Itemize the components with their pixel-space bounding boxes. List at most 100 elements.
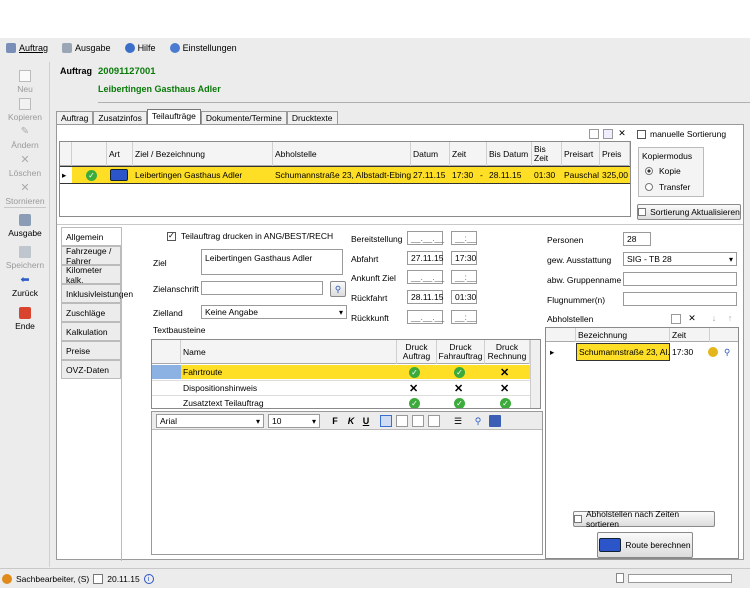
menu-hilfe[interactable]: Hilfe <box>124 43 156 53</box>
ltab-kalkulation[interactable]: Kalkulation <box>61 322 121 341</box>
route-button[interactable]: Route berechnen <box>597 532 693 558</box>
edit-button[interactable]: ✎ Ändern <box>0 126 50 150</box>
rueckfahrt-time[interactable]: 01:30 <box>451 290 477 304</box>
rueckkunft-date[interactable]: __.__.__ <box>407 310 444 324</box>
move-down-icon[interactable]: ↓ <box>709 313 719 323</box>
cancel-order-button[interactable]: ✕ Stornieren <box>0 182 50 206</box>
tab-drucktexte[interactable]: Drucktexte <box>286 111 338 124</box>
col-druck-fahrauftrag[interactable]: Druck Fahrauftrag <box>437 340 485 364</box>
col-druck-rechnung[interactable]: Druck Rechnung <box>485 340 530 364</box>
address-lookup-button[interactable]: ⚲ <box>330 281 346 297</box>
print-subtask-box[interactable] <box>167 231 176 241</box>
delete-subtask-icon[interactable]: ✕ <box>617 128 627 138</box>
search-icon[interactable]: ⚲ <box>472 415 484 427</box>
font-size-select[interactable]: 10 <box>268 414 320 428</box>
rueckkunft-time[interactable]: __:__ <box>451 310 477 324</box>
flugnummer-input[interactable] <box>623 292 737 306</box>
underline-button[interactable]: U <box>361 416 371 426</box>
ltab-allgemein[interactable]: Allgemein <box>61 227 121 246</box>
save-button[interactable]: Speichern <box>0 246 50 270</box>
ausstattung-select[interactable]: SIG - TB 28 <box>623 252 737 266</box>
ltab-fahrzeuge-fahrer[interactable]: Fahrzeuge / Fahrer <box>61 246 121 266</box>
exit-button[interactable]: Ende <box>0 307 50 331</box>
ltab-zuschlaege[interactable]: Zuschläge <box>61 303 121 322</box>
personen-input[interactable]: 28 <box>623 232 651 246</box>
output-button[interactable]: Ausgabe <box>0 214 50 238</box>
delete-pickup-icon[interactable]: ✕ <box>687 313 697 323</box>
align-right-icon[interactable] <box>412 415 424 427</box>
ankunft-time[interactable]: __:__ <box>451 270 477 284</box>
move-up-icon[interactable]: ↑ <box>725 313 735 323</box>
ltab-inklusivleistungen[interactable]: Inklusivleistungen <box>61 284 133 303</box>
new-subtask-icon[interactable] <box>589 129 599 139</box>
ankunft-date[interactable]: __.__.__ <box>407 270 444 284</box>
menu-ausgabe[interactable]: Ausgabe <box>62 43 111 53</box>
col-zeit[interactable]: Zeit <box>450 142 487 166</box>
new-button[interactable]: Neu <box>0 70 50 94</box>
italic-button[interactable]: K <box>346 416 356 426</box>
radio-transfer[interactable]: Transfer <box>645 182 690 192</box>
pickup-row[interactable]: ▸ Schumannstraße 23, Al... 17:30 ⚲ <box>546 343 738 361</box>
ziel-input[interactable]: Leibertingen Gasthaus Adler <box>201 249 343 275</box>
bereitstellung-date[interactable]: __.__.__ <box>407 231 444 245</box>
zielland-select[interactable]: Keine Angabe <box>201 305 347 319</box>
menu-einstellungen[interactable]: Einstellungen <box>169 43 237 53</box>
key-icon[interactable] <box>706 343 720 361</box>
col-preisart[interactable]: Preisart <box>562 142 600 166</box>
align-center-icon[interactable] <box>396 415 408 427</box>
ltab-preise[interactable]: Preise <box>61 341 121 360</box>
bullet-list-icon[interactable]: ☰ <box>452 415 464 427</box>
copy-button[interactable]: Kopieren <box>0 98 50 122</box>
copy-subtask-icon[interactable] <box>603 129 613 139</box>
tab-teilauftraege[interactable]: Teilaufträge <box>146 109 201 124</box>
col-name[interactable]: Name <box>181 340 397 364</box>
col-druck-auftrag[interactable]: Druck Auftrag <box>397 340 437 364</box>
delete-button[interactable]: ✕ Löschen <box>0 154 50 178</box>
print-subtask-checkbox[interactable]: Teilauftrag drucken in ANG/BEST/RECH <box>167 231 333 241</box>
col-bis-zeit[interactable]: Bis Zeit <box>532 142 562 166</box>
align-left-icon[interactable] <box>380 415 392 427</box>
tab-zusatzinfos[interactable]: Zusatzinfos <box>93 111 147 124</box>
col-datum[interactable]: Datum <box>411 142 450 166</box>
col-abholstelle[interactable]: Abholstelle <box>273 142 411 166</box>
manual-sort-box[interactable] <box>637 129 646 139</box>
col-ziel[interactable]: Ziel / Bezeichnung <box>133 142 273 166</box>
textblocks-scrollbar[interactable] <box>530 340 540 408</box>
textblock-row-3[interactable]: Zusatztext Teilauftrag ✓ ✓ ✓ <box>152 395 530 408</box>
new-pickup-icon[interactable] <box>671 314 681 324</box>
back-button[interactable]: ⬅ Zurück <box>0 274 50 298</box>
ltab-kilometer[interactable]: Kilometer kalk. <box>61 265 121 285</box>
menu-auftrag[interactable]: Auftrag <box>6 43 48 53</box>
tab-auftrag[interactable]: Auftrag <box>56 111 94 124</box>
justify-icon[interactable] <box>428 415 440 427</box>
col-preis[interactable]: Preis <box>600 142 630 166</box>
abfahrt-date[interactable]: 27.11.15 <box>407 251 443 265</box>
binoculars-icon[interactable]: ⚲ <box>722 343 736 361</box>
abfahrt-time[interactable]: 17:30 <box>451 251 477 265</box>
save-text-icon[interactable] <box>489 415 501 427</box>
font-select[interactable]: Arial <box>156 414 264 428</box>
subtask-row[interactable]: ▸ ✓ Leibertingen Gasthaus Adler Schumann… <box>60 166 630 184</box>
bold-button[interactable]: F <box>330 416 340 426</box>
col-art[interactable]: Art <box>107 142 133 166</box>
col-bis-datum[interactable]: Bis Datum <box>487 142 532 166</box>
cross-icon: ✕ <box>454 382 464 395</box>
col-pickup-zeit[interactable]: Zeit <box>670 328 710 342</box>
ltab-ovz-daten[interactable]: OVZ-Daten <box>61 360 121 379</box>
radio-kopie[interactable]: Kopie <box>645 166 681 176</box>
manual-sort-checkbox[interactable]: manuelle Sortierung <box>637 129 726 139</box>
gruppenname-input[interactable] <box>623 272 737 286</box>
text-editor[interactable]: Arial 10 F K U ☰ ⚲ <box>151 411 543 555</box>
bereitstellung-time[interactable]: __:__ <box>451 231 477 245</box>
tab-dokumente-termine[interactable]: Dokumente/Termine <box>200 111 287 124</box>
rueckfahrt-date[interactable]: 28.11.15 <box>407 290 443 304</box>
info-icon[interactable]: i <box>143 573 154 584</box>
zielanschrift-input[interactable] <box>201 281 323 295</box>
textblock-row-1[interactable]: Fahrtroute ✓ ✓ ✕ <box>152 365 530 379</box>
sort-pickups-button[interactable]: Abholstellen nach Zeiten sortieren <box>573 509 715 529</box>
col-bezeichnung[interactable]: Bezeichnung <box>576 328 670 342</box>
textblock-row-2[interactable]: Dispositionshinweis ✕ ✕ ✕ <box>152 380 530 395</box>
sort-update-button[interactable]: Sortierung Aktualisieren <box>637 204 741 220</box>
radio-transfer-dot[interactable] <box>645 183 653 191</box>
radio-kopie-dot[interactable] <box>645 167 653 175</box>
